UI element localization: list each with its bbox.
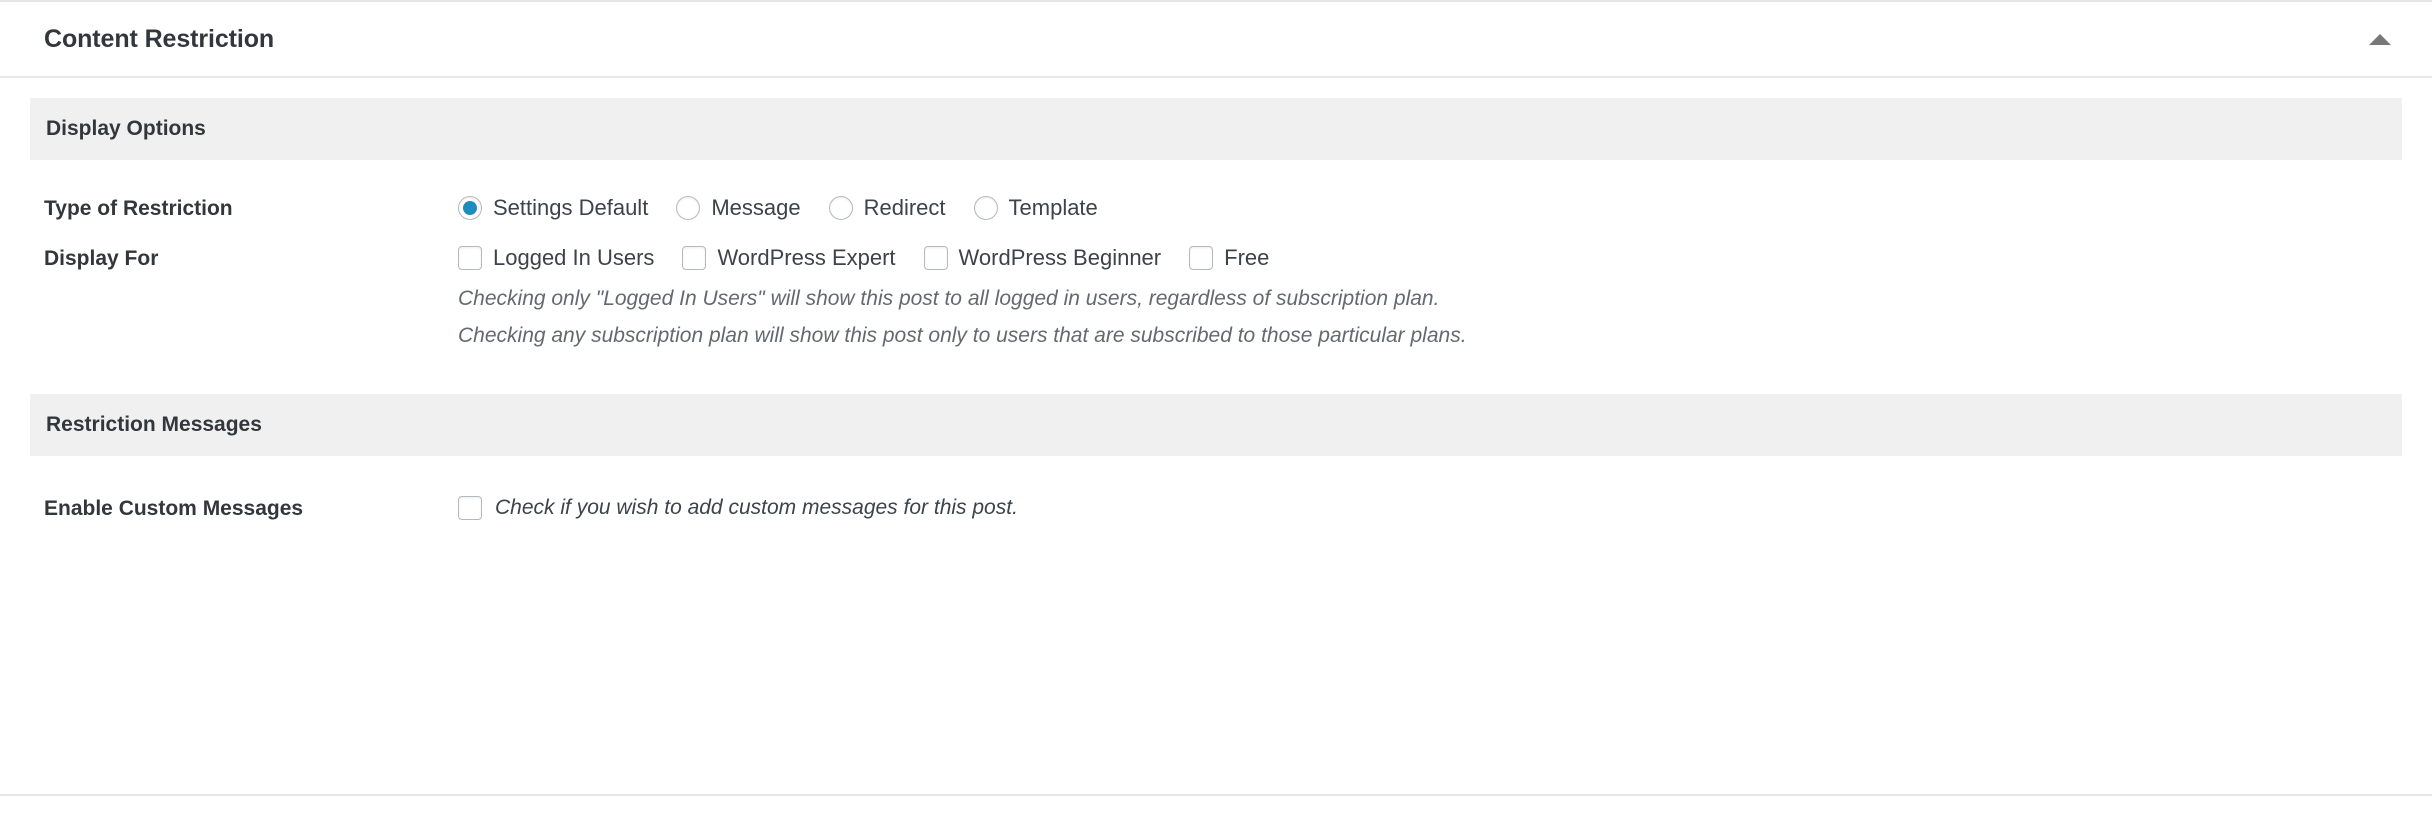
radio-group-type-of-restriction: Settings Default Message Redirect Templa…	[458, 196, 2432, 220]
checkbox-indicator[interactable]	[1189, 246, 1214, 270]
radio-option-template[interactable]: Template	[973, 195, 1098, 220]
radio-indicator[interactable]	[828, 196, 853, 220]
field-row-enable-custom-messages: Enable Custom Messages Check if you wish…	[0, 495, 2432, 520]
checkbox-option-free[interactable]: Free	[1189, 246, 1269, 270]
bottom-divider	[0, 794, 2432, 796]
field-row-type-of-restriction: Type of Restriction Settings Default Mes…	[0, 196, 2432, 220]
checkbox-option-enable-custom-messages[interactable]: Check if you wish to add custom messages…	[458, 495, 2432, 520]
radio-option-message[interactable]: Message	[676, 195, 801, 220]
checkbox-option-label: WordPress Expert	[717, 245, 896, 270]
field-label-type-of-restriction: Type of Restriction	[44, 197, 233, 220]
radio-option-label: Redirect	[863, 195, 946, 220]
checkbox-option-wordpress-expert[interactable]: WordPress Expert	[682, 245, 896, 270]
checkbox-option-label: Free	[1224, 245, 1270, 270]
checkbox-indicator[interactable]	[682, 246, 707, 270]
checkbox-indicator[interactable]	[458, 246, 482, 270]
radio-option-settings-default[interactable]: Settings Default	[458, 196, 648, 220]
page-title: Content Restriction	[44, 24, 275, 53]
radio-indicator[interactable]	[458, 196, 482, 220]
checkbox-option-label: Logged In Users	[493, 245, 655, 270]
panel-collapse-toggle-button[interactable]	[2356, 15, 2404, 63]
radio-option-label: Template	[1008, 195, 1098, 220]
help-text-line-2: Checking any subscription plan will show…	[458, 324, 1467, 348]
field-label-enable-custom-messages: Enable Custom Messages	[44, 496, 304, 520]
checkbox-option-logged-in-users[interactable]: Logged In Users	[458, 246, 654, 270]
checkbox-group-display-for: Logged In Users WordPress Expert WordPre…	[458, 246, 2432, 352]
radio-option-label: Settings Default	[493, 195, 649, 220]
radio-indicator[interactable]	[676, 196, 701, 220]
section-title: Restriction Messages	[46, 412, 262, 436]
caret-up-icon	[2369, 33, 2391, 45]
section-header-restriction-messages: Restriction Messages	[30, 393, 2402, 456]
checkbox-indicator[interactable]	[923, 246, 948, 270]
checkbox-indicator[interactable]	[458, 495, 482, 520]
radio-option-redirect[interactable]: Redirect	[828, 195, 946, 220]
content-restriction-metabox: Content Restriction Display Options Type…	[0, 0, 2432, 814]
section-header-display-options: Display Options	[30, 98, 2402, 160]
checkbox-inline-help-text: Check if you wish to add custom messages…	[495, 496, 1018, 520]
checkbox-option-wordpress-beginner[interactable]: WordPress Beginner	[923, 245, 1162, 270]
radio-indicator[interactable]	[973, 196, 998, 220]
display-for-help-block: Checking only "Logged In Users" will sho…	[458, 284, 2432, 352]
help-text-line-1: Checking only "Logged In Users" will sho…	[458, 287, 1440, 310]
field-label-display-for: Display For	[44, 247, 159, 270]
section-title: Display Options	[46, 117, 206, 140]
enable-custom-messages-control: Check if you wish to add custom messages…	[458, 495, 2432, 520]
panel-header: Content Restriction	[0, 0, 2432, 78]
field-row-display-for: Display For Logged In Users WordPress Ex…	[0, 246, 2432, 352]
checkbox-option-label: WordPress Beginner	[958, 245, 1162, 270]
radio-option-label: Message	[711, 195, 801, 220]
